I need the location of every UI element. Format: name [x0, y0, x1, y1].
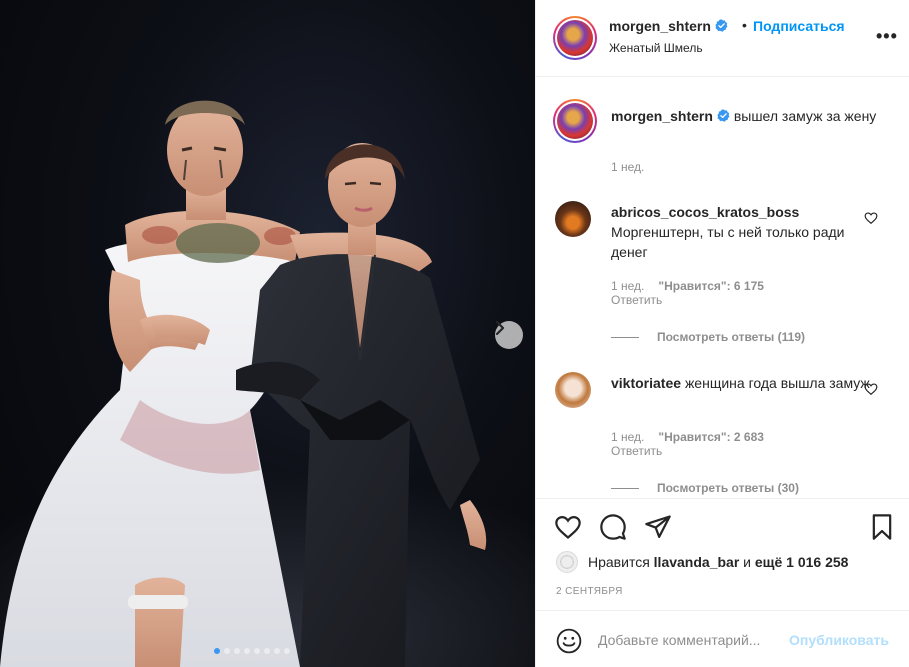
- emoji-icon[interactable]: [556, 628, 582, 654]
- liker-avatar[interactable]: [556, 551, 578, 573]
- author-username[interactable]: morgen_shtern: [609, 18, 728, 34]
- view-replies-label[interactable]: Посмотреть ответы (30): [657, 481, 799, 495]
- post-location[interactable]: Женатый Шмель: [609, 41, 703, 55]
- likes-count[interactable]: ещё 1 016 258: [755, 554, 849, 570]
- header-separator: •: [742, 17, 747, 33]
- likes-prefix: Нравится: [588, 554, 650, 570]
- carousel-dot: [214, 648, 220, 654]
- carousel-dot: [254, 648, 260, 654]
- heart-icon[interactable]: [554, 513, 582, 541]
- comments-list[interactable]: morgen_shtern вышел замуж за жену 1 нед.…: [536, 78, 909, 498]
- comment-likes[interactable]: "Нравится": 2 683: [658, 430, 764, 444]
- post-header: morgen_shtern • Подписаться Женатый Шмел…: [536, 0, 909, 77]
- view-replies-label[interactable]: Посмотреть ответы (119): [657, 330, 805, 344]
- comment-timestamp[interactable]: 1 нед.: [611, 279, 644, 293]
- more-options-button[interactable]: •••: [876, 26, 898, 47]
- publish-button[interactable]: Опубликовать: [789, 632, 889, 648]
- verified-icon: [715, 19, 728, 32]
- carousel-dot: [264, 648, 270, 654]
- view-replies-button[interactable]: Посмотреть ответы (30): [611, 481, 799, 495]
- add-comment-bar: Опубликовать: [536, 610, 909, 667]
- carousel-dot: [284, 648, 290, 654]
- comment-username[interactable]: abricos_cocos_kratos_boss: [611, 204, 799, 220]
- carousel-dot: [224, 648, 230, 654]
- comment-item: abricos_cocos_kratos_boss Моргенштерн, т…: [611, 202, 871, 262]
- replies-divider: [611, 336, 639, 338]
- heart-icon[interactable]: [864, 211, 878, 225]
- instagram-post-modal: morgen_shtern • Подписаться Женатый Шмел…: [0, 0, 909, 667]
- post-side-panel: morgen_shtern • Подписаться Женатый Шмел…: [535, 0, 909, 667]
- share-icon[interactable]: [644, 513, 672, 541]
- heart-icon[interactable]: [864, 382, 878, 396]
- comment-meta: 1 нед. "Нравится": 6 175: [611, 279, 764, 293]
- follow-button[interactable]: Подписаться: [753, 18, 845, 34]
- post-actions: Нравится llavanda_bar и ещё 1 016 258 2 …: [536, 498, 909, 610]
- comment-username[interactable]: viktoriatee: [611, 375, 681, 391]
- chevron-right-icon: [495, 321, 505, 335]
- comment-item: viktoriatee женщина года вышла замуж: [611, 373, 871, 393]
- comment-avatar[interactable]: [555, 372, 591, 408]
- author-username-text[interactable]: morgen_shtern: [609, 18, 711, 34]
- view-replies-button[interactable]: Посмотреть ответы (119): [611, 330, 805, 344]
- comment-meta: 1 нед. "Нравится": 2 683: [611, 430, 764, 444]
- replies-divider: [611, 487, 639, 489]
- post-photo[interactable]: [0, 0, 535, 667]
- carousel-dot: [274, 648, 280, 654]
- comment-text: женщина года вышла замуж: [684, 375, 870, 391]
- likes-summary: Нравится llavanda_bar и ещё 1 016 258: [556, 551, 848, 573]
- caption-text: вышел замуж за жену: [733, 108, 877, 124]
- post-caption: morgen_shtern вышел замуж за жену: [611, 106, 881, 126]
- comment-text: Моргенштерн, ты с ней только ради денег: [611, 224, 845, 260]
- likes-and: и: [743, 554, 751, 570]
- comment-timestamp[interactable]: 1 нед.: [611, 430, 644, 444]
- reply-button[interactable]: Ответить: [611, 293, 662, 307]
- carousel-indicator: [214, 648, 290, 654]
- carousel-dot: [244, 648, 250, 654]
- post-date[interactable]: 2 СЕНТЯБРЯ: [556, 586, 623, 597]
- next-slide-button[interactable]: [495, 321, 523, 349]
- comment-input[interactable]: [598, 629, 788, 651]
- reply-button[interactable]: Ответить: [611, 444, 662, 458]
- comment-icon[interactable]: [599, 513, 627, 541]
- comment-likes[interactable]: "Нравится": 6 175: [658, 279, 764, 293]
- carousel-dot: [234, 648, 240, 654]
- bookmark-icon[interactable]: [868, 513, 896, 541]
- caption-timestamp[interactable]: 1 нед.: [611, 160, 644, 174]
- comment-avatar[interactable]: [555, 201, 591, 237]
- author-avatar[interactable]: [553, 16, 597, 60]
- liker-username[interactable]: llavanda_bar: [654, 554, 740, 570]
- caption-author-avatar[interactable]: [553, 99, 597, 143]
- verified-icon: [717, 109, 730, 122]
- caption-username[interactable]: morgen_shtern: [611, 108, 713, 124]
- photo-illustration: [0, 100, 535, 667]
